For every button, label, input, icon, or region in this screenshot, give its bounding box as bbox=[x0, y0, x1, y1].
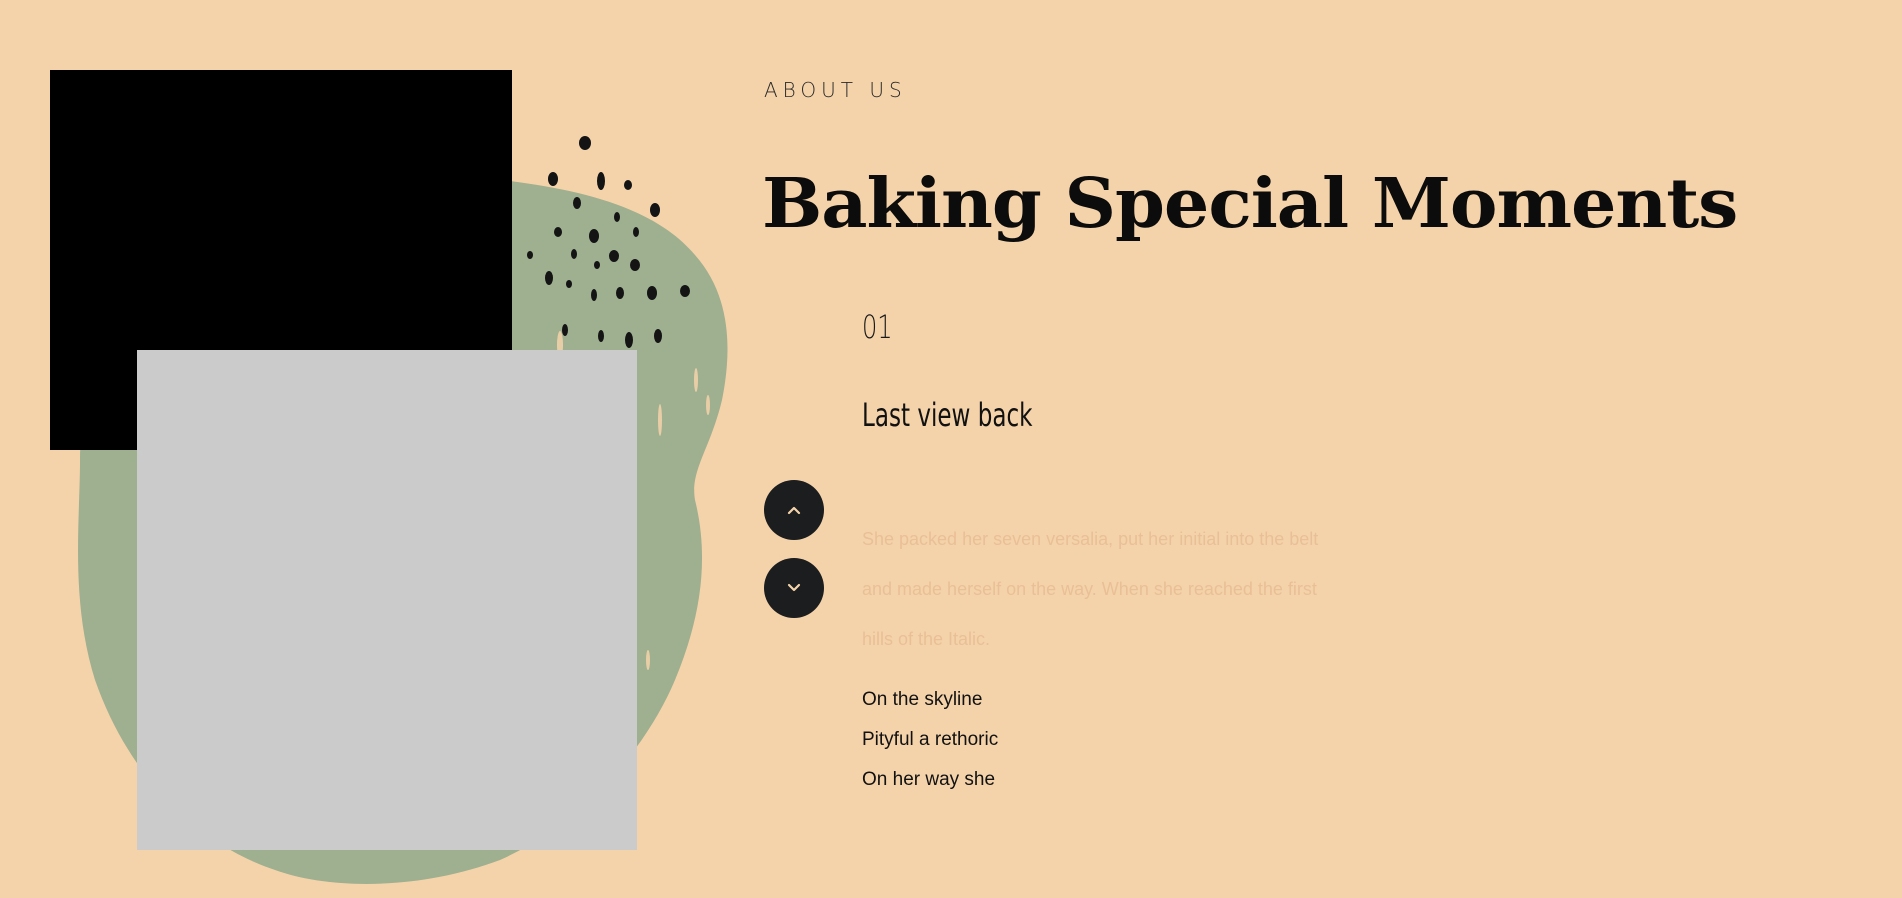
list-item: On her way she bbox=[862, 769, 996, 790]
slide-title: Last view back bbox=[862, 396, 1033, 434]
slide-description: She packed her seven versalia, put her i… bbox=[862, 529, 1319, 649]
list-item: On the skyline bbox=[862, 689, 983, 710]
feature-image-placeholder bbox=[137, 350, 637, 850]
previous-slide-button[interactable] bbox=[764, 480, 824, 540]
list-item: Pityful a rethoric bbox=[862, 729, 999, 750]
chevron-down-icon bbox=[787, 583, 801, 592]
section-eyebrow: ABOUT US bbox=[764, 78, 907, 102]
slide-number: 01 bbox=[862, 308, 893, 346]
next-slide-button[interactable] bbox=[764, 558, 824, 618]
chevron-up-icon bbox=[787, 506, 801, 515]
section-headline: Baking Special Moments bbox=[762, 164, 1738, 244]
feature-list: On the skyline Pityful a rethoric On her… bbox=[862, 680, 998, 800]
about-section: ABOUT US Baking Special Moments 01 Last … bbox=[0, 0, 1902, 898]
